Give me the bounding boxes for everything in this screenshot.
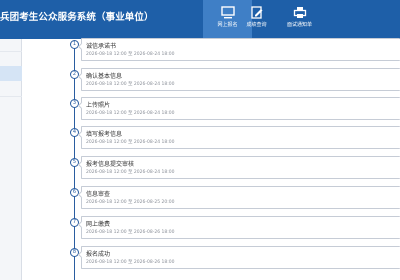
step-card-6[interactable]: 信息审查 2026-08-18 12:00 至 2026-08-25 20:00 (77, 186, 400, 209)
step-time: 2026-08-18 12:00 至 2026-08-24 18:00 (86, 111, 175, 116)
step-time: 2026-08-18 12:00 至 2026-08-24 18:00 (86, 140, 175, 145)
sidebar (0, 39, 22, 280)
nav-interview-notice[interactable]: 面试通知单 (275, 0, 324, 39)
sidebar-item-selected[interactable] (0, 66, 22, 81)
step-name: 报名成功 (86, 251, 111, 258)
step-number: 8 (70, 248, 79, 257)
step-number: 1 (70, 40, 79, 49)
step-name: 诚信承诺书 (86, 43, 117, 50)
step-card-8[interactable]: 报名成功 2026-08-18 12:00 至 2026-08-26 18:00 (77, 246, 400, 269)
step-name: 填写报考信息 (86, 131, 123, 138)
step-number: 3 (70, 99, 79, 108)
step-time: 2026-08-18 12:00 至 2026-08-24 18:00 (86, 52, 175, 57)
step-name: 上传照片 (86, 102, 111, 109)
edit-icon (250, 6, 262, 19)
nav-label: 成绩查询 (246, 22, 267, 28)
step-number: 6 (70, 188, 79, 197)
step-card-2[interactable]: 确认基本信息 2026-08-18 12:00 至 2026-08-24 18:… (77, 68, 400, 91)
app-title: 兵团考生公众服务系统（事业单位） (0, 12, 154, 23)
step-time: 2026-08-18 12:00 至 2026-08-25 20:00 (86, 200, 175, 205)
step-time: 2026-08-18 12:00 至 2026-08-24 18:00 (86, 82, 175, 87)
app-header: 兵团考生公众服务系统（事业单位） 网上报名 成绩查询 面试通知单 (0, 0, 400, 39)
step-name: 报考信息提交审核 (86, 161, 135, 168)
step-time: 2026-08-18 12:00 至 2026-08-24 18:00 (86, 170, 175, 175)
step-number: 4 (70, 128, 79, 137)
nav-label: 面试通知单 (286, 22, 312, 28)
step-card-5[interactable]: 报考信息提交审核 2026-08-18 12:00 至 2026-08-24 1… (77, 156, 400, 179)
step-name: 信息审查 (86, 191, 111, 198)
step-number: 7 (70, 218, 79, 227)
step-name: 确认基本信息 (86, 73, 123, 80)
step-card-3[interactable]: 上传照片 2026-08-18 12:00 至 2026-08-24 18:00 (77, 97, 400, 120)
step-time: 2026-08-18 12:00 至 2026-08-26 18:00 (86, 260, 175, 265)
nav-score-query[interactable]: 成绩查询 (232, 0, 281, 39)
step-card-1[interactable]: 诚信承诺书 2026-08-18 12:00 至 2026-08-24 18:0… (77, 38, 400, 61)
step-card-7[interactable]: 网上缴费 2026-08-18 12:00 至 2026-08-26 18:00 (77, 216, 400, 239)
step-name: 网上缴费 (86, 221, 111, 228)
sidebar-divider (0, 51, 22, 52)
step-number: 5 (70, 158, 79, 167)
step-number: 2 (70, 70, 79, 79)
step-time: 2026-08-18 12:00 至 2026-08-26 18:00 (86, 230, 175, 235)
sidebar-divider (0, 96, 22, 97)
step-card-4[interactable]: 填写报考信息 2026-08-18 12:00 至 2026-08-24 18:… (77, 126, 400, 149)
printer-icon (293, 7, 306, 18)
